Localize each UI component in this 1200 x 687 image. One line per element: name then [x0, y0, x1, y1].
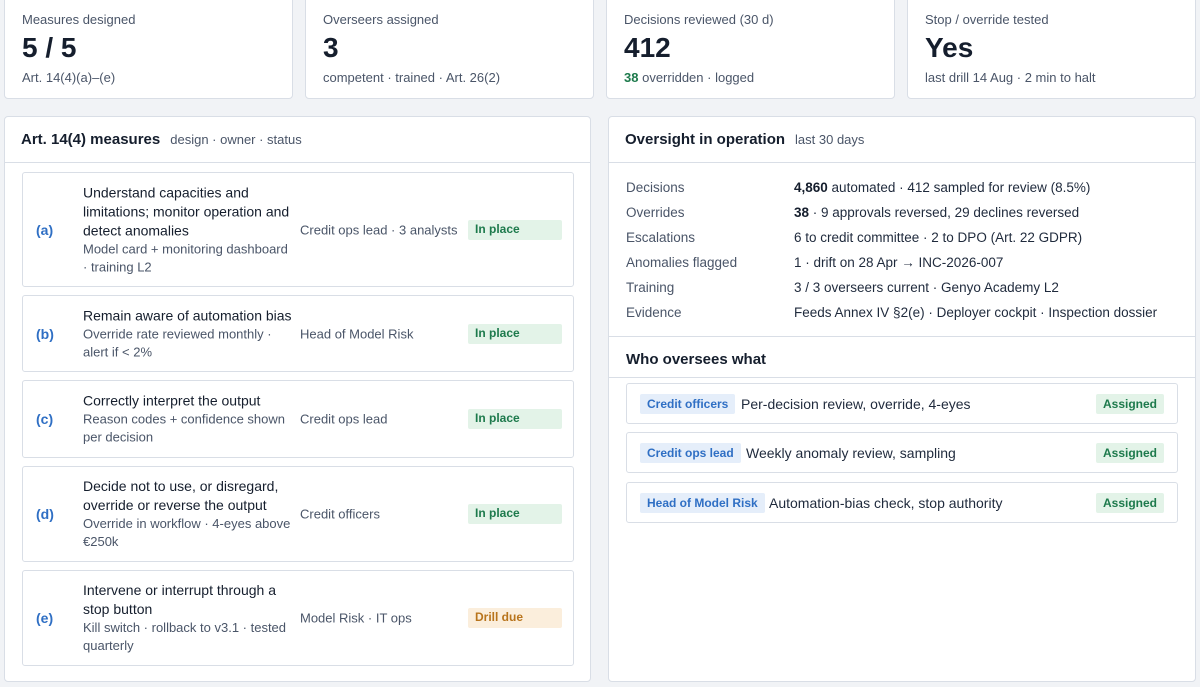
- panel-header: Oversight in operation last 30 days: [609, 117, 1195, 163]
- kpi-label: Overseers assigned: [323, 12, 439, 27]
- ops-value: 6 to credit committee · 2 to DPO (Art. 2…: [794, 229, 1083, 245]
- override-count: 38: [624, 70, 639, 85]
- ops-row-evidence: Evidence Feeds Annex IV §2(e) · Deployer…: [626, 302, 1157, 322]
- measure-row-b[interactable]: (b) Remain aware of automation bias Over…: [22, 295, 574, 372]
- measure-desc: Override in workflow · 4-eyes above €250…: [83, 516, 291, 549]
- ops-value: Feeds Annex IV §2(e) · Deployer cockpit …: [794, 304, 1158, 320]
- status-badge: In place: [468, 323, 562, 344]
- ops-row-training: Training 3 / 3 overseers current · Genyo…: [626, 277, 1059, 297]
- panel-header: Art. 14(4) measures design · owner · sta…: [5, 117, 590, 163]
- kpi-sub: 38 overridden · logged: [624, 70, 877, 85]
- measure-row-e[interactable]: (e) Intervene or interrupt through a sto…: [22, 570, 574, 666]
- kpi-sub: last drill 14 Aug · 2 min to halt: [925, 70, 1096, 85]
- ops-row-escalations: Escalations 6 to credit committee · 2 to…: [626, 227, 1082, 247]
- assignment-text: Weekly anomaly review, sampling: [746, 444, 956, 461]
- measure-desc: Kill switch · rollback to v3.1 · tested …: [83, 620, 287, 653]
- measure-letter: (c): [36, 411, 54, 427]
- status-badge: Assigned: [1095, 393, 1164, 414]
- divider: [609, 377, 1195, 378]
- kpi-value: 3: [323, 32, 339, 63]
- ops-value: 38 · 9 approvals reversed, 29 declines r…: [794, 204, 1080, 220]
- oversight-panel: Oversight in operation last 30 days Deci…: [608, 116, 1196, 682]
- measures-panel: Art. 14(4) measures design · owner · sta…: [4, 116, 591, 682]
- kpi-value: 5 / 5: [22, 32, 77, 63]
- kpi-sub: Art. 14(4)(a)–(e): [22, 70, 116, 85]
- measure-desc: Model card + monitoring dashboard · trai…: [83, 241, 288, 274]
- status-badge: In place: [468, 219, 562, 240]
- kpi-card-stop-tested: Stop / override tested Yes last drill 14…: [907, 0, 1196, 99]
- kpi-card-measures: Measures designed 5 / 5 Art. 14(4)(a)–(e…: [4, 0, 293, 99]
- panel-subtitle: last 30 days: [795, 132, 865, 147]
- role-tag: Credit ops lead: [640, 442, 741, 463]
- kpi-sub: competent · trained · Art. 26(2): [323, 70, 501, 85]
- status-badge: In place: [468, 504, 562, 524]
- measure-title: Correctly interpret the output: [83, 392, 261, 409]
- oversight-assignment-row[interactable]: Credit ops lead Weekly anomaly review, s…: [626, 432, 1178, 473]
- ops-value: 1 · drift on 28 Apr → INC-2026-007: [794, 254, 1004, 270]
- who-oversees-title: Who oversees what: [626, 351, 767, 368]
- status-badge: Assigned: [1095, 442, 1164, 463]
- measure-title: Understand capacities and limitations; m…: [83, 184, 290, 238]
- ops-key: Evidence: [626, 304, 682, 320]
- ops-value: 3 / 3 overseers current · Genyo Academy …: [794, 279, 1059, 295]
- role-tag: Credit officers: [640, 393, 736, 414]
- ops-row-decisions: Decisions 4,860 automated · 412 sampled …: [626, 177, 1090, 197]
- measure-desc: Override rate reviewed monthly · alert i…: [83, 326, 272, 359]
- assignment-text: Automation-bias check, stop authority: [769, 494, 1003, 511]
- kpi-card-decisions: Decisions reviewed (30 d) 412 38 overrid…: [606, 0, 895, 99]
- kpi-label: Measures designed: [22, 12, 136, 27]
- measure-title: Intervene or interrupt through a stop bu…: [83, 582, 277, 617]
- measure-row-c[interactable]: (c) Correctly interpret the output Reaso…: [22, 380, 574, 458]
- measure-owner: Head of Model Risk: [300, 326, 414, 341]
- ops-key: Decisions: [626, 179, 685, 195]
- status-badge: Drill due: [468, 608, 562, 628]
- measure-letter: (a): [36, 221, 54, 238]
- ops-row-overrides: Overrides 38 · 9 approvals reversed, 29 …: [626, 202, 1079, 222]
- measure-letter: (b): [36, 325, 54, 342]
- measure-row-d[interactable]: (d) Decide not to use, or disregard, ove…: [22, 466, 574, 562]
- measure-title: Remain aware of automation bias: [83, 307, 292, 323]
- kpi-value: Yes: [925, 32, 974, 63]
- kpi-sub-text: overridden · logged: [642, 70, 755, 85]
- status-badge: In place: [468, 409, 562, 429]
- kpi-label: Stop / override tested: [925, 12, 1049, 27]
- panel-title: Art. 14(4) measures: [21, 131, 161, 148]
- measure-owner: Credit officers: [300, 506, 380, 522]
- measure-desc: Reason codes + confidence shown per deci…: [83, 411, 285, 445]
- kpi-value: 412: [624, 32, 671, 63]
- panel-title: Oversight in operation: [625, 131, 786, 148]
- role-tag: Head of Model Risk: [640, 492, 765, 513]
- ops-key: Escalations: [626, 229, 696, 245]
- measure-row-a[interactable]: (a) Understand capacities and limitation…: [22, 172, 574, 287]
- measure-letter: (d): [36, 506, 54, 522]
- ops-key: Training: [626, 279, 675, 295]
- measure-letter: (e): [36, 610, 54, 626]
- kpi-card-overseers: Overseers assigned 3 competent · trained…: [305, 0, 594, 99]
- ops-row-anomalies: Anomalies flagged 1 · drift on 28 Apr → …: [626, 252, 1003, 272]
- ops-key: Anomalies flagged: [626, 254, 738, 270]
- panel-subtitle: design · owner · status: [170, 132, 302, 147]
- measure-owner: Credit ops lead · 3 analysts: [300, 222, 458, 237]
- oversight-assignment-row[interactable]: Credit officers Per-decision review, ove…: [626, 383, 1178, 424]
- ops-key: Overrides: [626, 204, 685, 220]
- measure-owner: Credit ops lead: [300, 411, 388, 427]
- measure-title: Decide not to use, or disregard, overrid…: [83, 478, 279, 513]
- status-badge: Assigned: [1095, 492, 1164, 513]
- oversight-assignment-row[interactable]: Head of Model Risk Automation-bias check…: [626, 482, 1178, 523]
- kpi-label: Decisions reviewed (30 d): [624, 12, 774, 27]
- measure-owner: Model Risk · IT ops: [300, 610, 412, 626]
- ops-value: 4,860 automated · 412 sampled for review…: [794, 179, 1091, 195]
- divider: [609, 336, 1195, 337]
- assignment-text: Per-decision review, override, 4-eyes: [741, 395, 971, 412]
